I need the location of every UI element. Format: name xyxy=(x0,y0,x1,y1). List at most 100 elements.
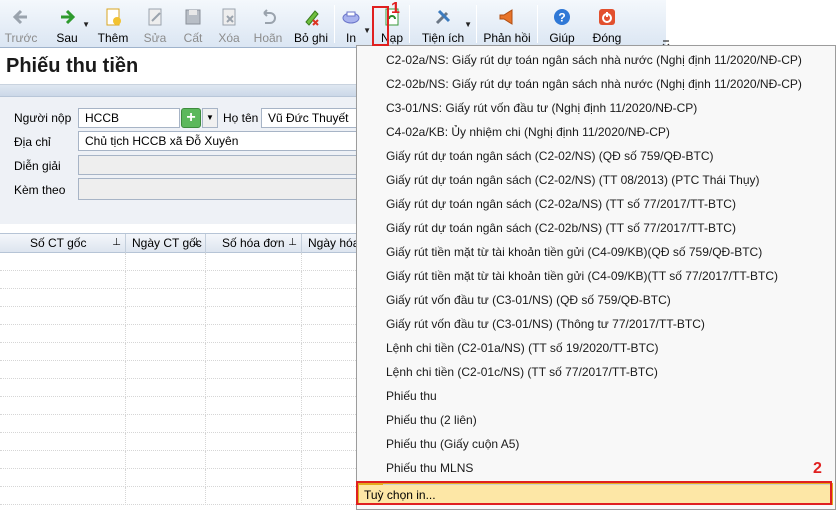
pin-icon[interactable]: ⊥ xyxy=(112,234,121,252)
menu-item[interactable]: Phiếu thu xyxy=(357,384,831,408)
table-cell[interactable] xyxy=(126,397,206,415)
table-cell[interactable] xyxy=(302,469,358,487)
table-cell[interactable] xyxy=(206,433,302,451)
chevron-down-icon[interactable]: ▼ xyxy=(82,20,90,29)
table-cell[interactable] xyxy=(126,271,206,289)
table-cell[interactable] xyxy=(302,433,358,451)
table-cell[interactable] xyxy=(126,253,206,271)
table-cell[interactable] xyxy=(206,253,302,271)
add-payer-button[interactable]: + xyxy=(181,108,201,128)
menu-item[interactable]: Giấy rút vốn đầu tư (C3-01/NS) (QĐ số 75… xyxy=(357,288,831,312)
column-header[interactable]: Số hóa đơn ⊥ xyxy=(206,234,302,253)
delete-button[interactable]: Xóa xyxy=(210,0,248,48)
menu-item[interactable]: C4-02a/KB: Ủy nhiệm chi (Nghị định 11/20… xyxy=(357,120,831,144)
table-cell[interactable] xyxy=(0,469,126,487)
close-button[interactable]: Đóng xyxy=(586,0,628,48)
table-cell[interactable] xyxy=(0,289,126,307)
table-cell[interactable] xyxy=(206,469,302,487)
table-row[interactable] xyxy=(0,343,358,361)
table-cell[interactable] xyxy=(126,469,206,487)
menu-item[interactable]: C2-02a/NS: Giấy rút dự toán ngân sách nh… xyxy=(357,48,831,72)
table-row[interactable] xyxy=(0,253,358,271)
table-cell[interactable] xyxy=(302,487,358,505)
menu-item[interactable]: C3-01/NS: Giấy rút vốn đầu tư (Nghị định… xyxy=(357,96,831,120)
next-button[interactable]: Sau ▼ xyxy=(42,0,92,48)
table-row[interactable] xyxy=(0,289,358,307)
table-row[interactable] xyxy=(0,487,358,505)
table-cell[interactable] xyxy=(126,379,206,397)
menu-item[interactable]: Lệnh chi tiền (C2-01a/NS) (TT số 19/2020… xyxy=(357,336,831,360)
table-cell[interactable] xyxy=(126,433,206,451)
table-cell[interactable] xyxy=(0,307,126,325)
payer-dropdown-button[interactable]: ▼ xyxy=(202,108,218,128)
edit-button[interactable]: Sửa xyxy=(134,0,176,48)
table-row[interactable] xyxy=(0,433,358,451)
chevron-down-icon[interactable]: ▼ xyxy=(464,20,472,29)
save-button[interactable]: Cất xyxy=(176,0,210,48)
menu-item[interactable]: Lệnh chi tiền (C2-01c/NS) (TT số 77/2017… xyxy=(357,360,831,384)
table-row[interactable] xyxy=(0,379,358,397)
table-cell[interactable] xyxy=(302,415,358,433)
table-cell[interactable] xyxy=(126,289,206,307)
table-cell[interactable] xyxy=(126,451,206,469)
table-cell[interactable] xyxy=(206,325,302,343)
table-cell[interactable] xyxy=(0,325,126,343)
table-row[interactable] xyxy=(0,451,358,469)
table-cell[interactable] xyxy=(302,271,358,289)
table-cell[interactable] xyxy=(302,325,358,343)
table-cell[interactable] xyxy=(206,361,302,379)
table-cell[interactable] xyxy=(302,379,358,397)
menu-item[interactable]: Phiếu thu MLNS xyxy=(357,456,831,480)
table-cell[interactable] xyxy=(126,325,206,343)
table-cell[interactable] xyxy=(0,361,126,379)
column-header[interactable]: Số CT gốc ⊥ xyxy=(0,234,126,253)
column-header[interactable]: Ngày hóa xyxy=(302,234,358,253)
table-cell[interactable] xyxy=(206,487,302,505)
table-cell[interactable] xyxy=(302,451,358,469)
table-cell[interactable] xyxy=(206,415,302,433)
table-row[interactable] xyxy=(0,307,358,325)
table-cell[interactable] xyxy=(0,343,126,361)
menu-item[interactable]: Giấy rút dự toán ngân sách (C2-02b/NS) (… xyxy=(357,216,831,240)
utilities-button[interactable]: Tiện ích ▼ xyxy=(410,0,476,48)
table-cell[interactable] xyxy=(126,415,206,433)
table-row[interactable] xyxy=(0,325,358,343)
back-button[interactable]: Trước xyxy=(0,0,42,48)
table-cell[interactable] xyxy=(126,307,206,325)
table-cell[interactable] xyxy=(126,361,206,379)
table-cell[interactable] xyxy=(0,379,126,397)
menu-item[interactable]: C2-02b/NS: Giấy rút dự toán ngân sách nh… xyxy=(357,72,831,96)
menu-item[interactable]: Phiếu thu (Giấy cuộn A5) xyxy=(357,432,831,456)
table-cell[interactable] xyxy=(0,487,126,505)
table-cell[interactable] xyxy=(206,271,302,289)
table-cell[interactable] xyxy=(302,361,358,379)
column-header[interactable]: Ngày CT gốc ⊥ xyxy=(126,234,206,253)
pin-icon[interactable]: ⊥ xyxy=(192,234,201,252)
menu-item[interactable]: Giấy rút tiền mặt từ tài khoản tiền gửi … xyxy=(357,240,831,264)
table-cell[interactable] xyxy=(0,451,126,469)
table-cell[interactable] xyxy=(126,343,206,361)
table-cell[interactable] xyxy=(206,307,302,325)
print-dropdown-chevron-icon[interactable]: ▼ xyxy=(363,26,371,35)
table-row[interactable] xyxy=(0,397,358,415)
table-row[interactable] xyxy=(0,469,358,487)
table-cell[interactable] xyxy=(0,397,126,415)
table-row[interactable] xyxy=(0,415,358,433)
menu-item[interactable]: Giấy rút dự toán ngân sách (C2-02/NS) (Q… xyxy=(357,144,831,168)
table-cell[interactable] xyxy=(302,397,358,415)
attach-field[interactable] xyxy=(78,178,358,200)
menu-item[interactable]: Giấy rút vốn đầu tư (C3-01/NS) (Thông tư… xyxy=(357,312,831,336)
table-cell[interactable] xyxy=(206,343,302,361)
payer-field[interactable]: HCCB xyxy=(78,108,180,128)
unpost-button[interactable]: Bỏ ghi xyxy=(288,0,334,48)
table-cell[interactable] xyxy=(302,253,358,271)
help-button[interactable]: ? Giúp xyxy=(538,0,586,48)
add-button[interactable]: Thêm xyxy=(92,0,134,48)
toolbar-overflow-icon[interactable] xyxy=(662,36,670,48)
table-cell[interactable] xyxy=(302,289,358,307)
table-cell[interactable] xyxy=(206,451,302,469)
table-cell[interactable] xyxy=(0,271,126,289)
table-cell[interactable] xyxy=(206,379,302,397)
undo-button[interactable]: Hoãn xyxy=(248,0,288,48)
feedback-button[interactable]: Phản hồi xyxy=(477,0,537,48)
